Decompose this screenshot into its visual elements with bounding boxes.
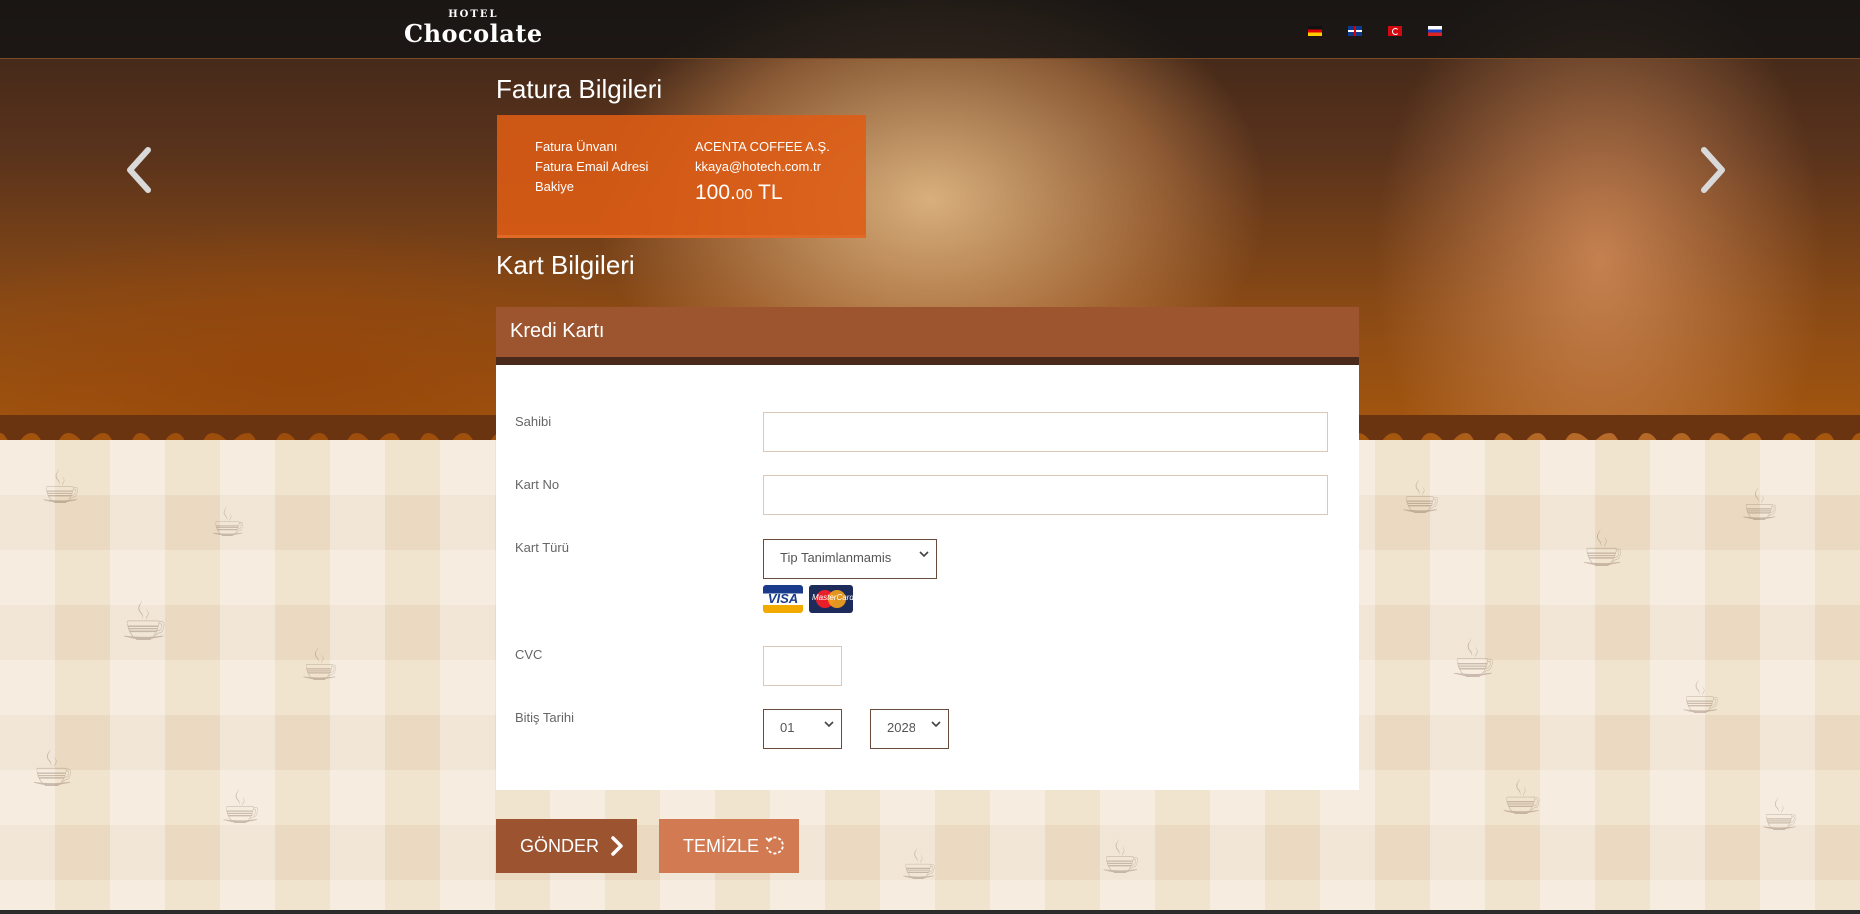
invoice-email-label: Fatura Email Adresi	[535, 159, 649, 174]
cvc-label: CVC	[515, 647, 543, 662]
cup-icon: ☕	[1100, 830, 1142, 884]
hotel-logo[interactable]: HOTEL Chocolate	[404, 10, 543, 48]
card-type-selected: Tip Tanimlanmamis	[780, 550, 892, 565]
chevron-right-icon	[1701, 147, 1725, 193]
cup-icon: ☕	[1740, 480, 1780, 531]
cup-icon: ☕	[1500, 770, 1544, 826]
visa-logo-icon: VISA	[763, 585, 803, 613]
chevron-left-icon	[127, 147, 151, 193]
tr-flag-icon[interactable]	[1388, 26, 1402, 36]
invoice-info-box: Fatura Ünvanı Fatura Email Adresi Bakiye…	[497, 115, 866, 238]
bottom-edge	[0, 910, 1860, 914]
expiry-year-selected: 2028	[887, 720, 915, 735]
cup-icon: ☕	[1400, 470, 1442, 524]
invoice-section-title: Fatura Bilgileri	[496, 74, 663, 104]
cup-icon: ☕	[120, 590, 169, 653]
card-section-title: Kart Bilgileri	[496, 250, 635, 280]
credit-card-panel-header: Kredi Kartı	[496, 307, 1359, 357]
carousel-next-button[interactable]	[1692, 140, 1732, 200]
cup-icon: ☕	[1580, 520, 1625, 578]
card-number-label: Kart No	[515, 477, 560, 492]
mastercard-logo-icon: MasterCard	[809, 585, 853, 613]
cup-icon: ☕	[1680, 670, 1722, 724]
mastercard-logo-text: MasterCard	[812, 593, 853, 602]
invoice-balance-label: Bakiye	[535, 179, 575, 194]
chevron-right-icon	[611, 836, 623, 856]
balance-integer: 100.	[695, 181, 736, 204]
cup-icon: ☕	[30, 740, 75, 798]
chevron-down-icon	[931, 721, 941, 728]
expiry-label: Bitiş Tarihi	[515, 710, 575, 725]
chevron-down-icon	[824, 721, 834, 728]
cup-icon: ☕	[300, 640, 340, 691]
top-navbar: HOTEL Chocolate	[0, 0, 1860, 59]
cup-icon: ☕	[1760, 790, 1800, 841]
expiry-month-select[interactable]: 01	[763, 709, 842, 749]
invoice-email-value: kkaya@hotech.com.tr	[695, 159, 821, 174]
expiry-month-selected: 01	[780, 720, 795, 735]
cvc-input[interactable]	[763, 646, 842, 686]
carousel-prev-button[interactable]	[120, 140, 160, 200]
cup-icon: ☕	[1450, 630, 1497, 690]
gb-flag-icon[interactable]	[1348, 26, 1362, 36]
credit-card-panel: Kredi Kartı Sahibi Kart No Kart Türü Tip…	[496, 307, 1359, 790]
clear-button-label: TEMİZLE	[683, 836, 760, 856]
expiry-year-select[interactable]: 2028	[870, 709, 949, 749]
owner-label: Sahibi	[515, 414, 552, 429]
cup-icon: ☕	[40, 460, 82, 514]
card-type-label: Kart Türü	[515, 540, 569, 555]
card-owner-input[interactable]	[763, 412, 1328, 452]
invoice-title-value: ACENTA COFFEE A.Ş.	[695, 139, 830, 154]
balance-currency: TL	[752, 181, 783, 204]
balance-decimal: 00	[735, 186, 753, 203]
credit-card-panel-title: Kredi Kartı	[510, 320, 605, 342]
invoice-balance-value: 100.00 TL	[695, 181, 783, 205]
card-type-select[interactable]: Tip Tanimlanmamis	[763, 539, 937, 579]
send-button[interactable]: GÖNDER	[496, 819, 637, 873]
send-button-label: GÖNDER	[520, 836, 600, 856]
card-brand-logos: VISA MasterCard	[763, 585, 853, 613]
invoice-title-label: Fatura Ünvanı	[535, 139, 618, 154]
panel-divider	[496, 357, 1359, 365]
card-number-input[interactable]	[763, 475, 1328, 515]
cup-icon: ☕	[210, 500, 246, 546]
reset-icon	[765, 836, 784, 855]
cup-icon: ☕	[220, 780, 262, 834]
de-flag-icon[interactable]	[1308, 26, 1322, 36]
cup-icon: ☕	[900, 840, 938, 889]
ru-flag-icon[interactable]	[1428, 26, 1442, 36]
clear-button[interactable]: TEMİZLE	[659, 819, 799, 873]
language-selector	[1308, 26, 1442, 36]
logo-chocolate-text: Chocolate	[404, 19, 543, 48]
chevron-down-icon	[919, 551, 929, 558]
